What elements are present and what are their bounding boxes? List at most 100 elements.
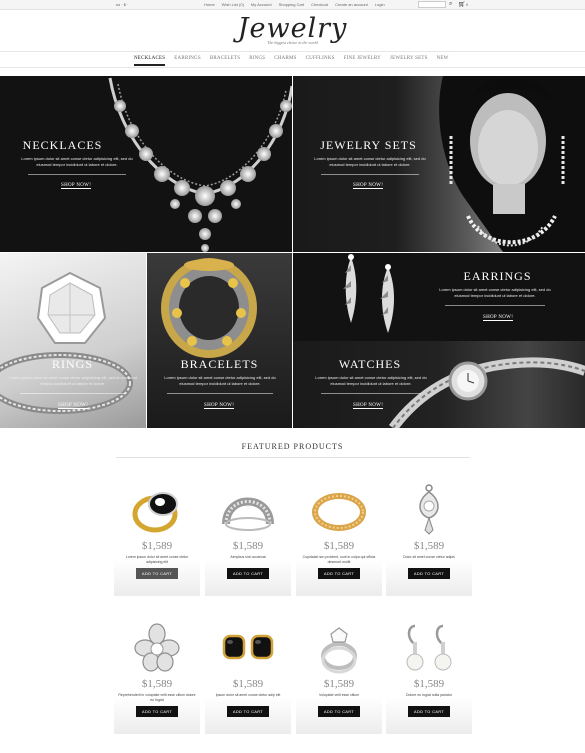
nav-item-bracelets[interactable]: BRACELETS (210, 56, 240, 66)
banner-earrings-title: EARRINGS (463, 269, 532, 283)
nav-item-cufflinks[interactable]: CUFFLINKS (306, 56, 335, 66)
product-price: $1,589 (413, 540, 445, 552)
currency-selector[interactable]: us · $ · (116, 2, 128, 7)
page: us · $ · Home Wish List (0) My Account S… (0, 0, 585, 753)
product-card: $1,589 Reprehenderit in voluptate velit … (114, 612, 200, 734)
product-price: $1,589 (413, 678, 445, 690)
search-icon[interactable]: ⌕ (449, 1, 452, 8)
product-price: $1,589 (141, 540, 173, 552)
cart-icon[interactable]: 🛒︎ (458, 1, 466, 8)
banner-necklaces-divider (28, 174, 126, 175)
banner-jewelry-sets-desc: Lorem ipsum dolor sit amet conse ctetur … (314, 156, 426, 167)
banner-earrings-divider (445, 305, 545, 306)
nav-item-new[interactable]: NEW (437, 56, 449, 66)
product-card: $1,589 Ipsum dolor sit amet conse ctetur… (205, 612, 291, 734)
banner-earrings[interactable]: EARRINGS Lorem ipsum dolor sit amet cons… (293, 253, 585, 341)
top-link-cart[interactable]: Shopping Cart (279, 2, 305, 7)
product-price: $1,589 (141, 678, 173, 690)
add-to-cart-button[interactable]: ADD TO CART (136, 706, 178, 717)
banner-bracelets-shop-button[interactable]: SHOP NOW! (204, 403, 235, 409)
banner-jewelry-sets-shop-button[interactable]: SHOP NOW! (353, 183, 384, 189)
nav-item-earrings[interactable]: EARRINGS (174, 56, 201, 66)
product-price: $1,589 (232, 678, 264, 690)
banner-watches-title: WATCHES (338, 357, 402, 371)
diamond-ring-icon (0, 271, 133, 414)
black-stud-earrings-icon[interactable] (218, 622, 278, 674)
banner-watches-divider (321, 393, 421, 394)
top-bar: us · $ · Home Wish List (0) My Account S… (0, 0, 585, 10)
pearl-drop-earrings-icon[interactable] (399, 622, 459, 674)
product-card: $1,589 Lorem ipsum dolor sit amet conse … (114, 474, 200, 596)
gold-bracelet-icon[interactable] (309, 484, 369, 536)
banner-bracelets-desc: Lorem ipsum dolor sit amet conse ctetur … (164, 375, 276, 386)
banner-necklaces[interactable]: NECKLACES Lorem ipsum dolor sit amet con… (0, 76, 292, 252)
gold-cuff-bracelet-icon (161, 258, 257, 358)
banner-watches-shop-button[interactable]: SHOP NOW! (353, 403, 384, 409)
top-link-login[interactable]: Login (375, 2, 385, 7)
gold-onyx-ring-icon[interactable] (127, 484, 187, 536)
nav-item-necklaces[interactable]: NECKLACES (134, 56, 166, 66)
banner-rings-title: RINGS (51, 357, 93, 371)
site-tagline: The biggest choice in the world (267, 40, 318, 45)
top-links: Home Wish List (0) My Account Shopping C… (204, 2, 385, 7)
add-to-cart-button[interactable]: ADD TO CART (408, 568, 450, 579)
banner-necklaces-title: NECKLACES (22, 138, 103, 152)
nav-item-rings[interactable]: RINGS (249, 56, 265, 66)
diamond-ring-set-icon[interactable] (309, 622, 369, 674)
top-link-wishlist[interactable]: Wish List (0) (222, 2, 244, 7)
flower-brooch-icon[interactable] (127, 622, 187, 674)
nav-item-fine-jewelry[interactable]: FINE JEWELRY (344, 56, 381, 66)
add-to-cart-button[interactable]: ADD TO CART (318, 568, 360, 579)
banner-rings-shop-button[interactable]: SHOP NOW! (58, 403, 89, 409)
add-to-cart-button[interactable]: ADD TO CART (318, 706, 360, 717)
banner-jewelry-sets[interactable]: JEWELRY SETS Lorem ipsum dolor sit amet … (293, 76, 585, 252)
top-link-home[interactable]: Home (204, 2, 215, 7)
silver-cuff-icon[interactable] (218, 484, 278, 536)
product-name[interactable]: Dolor sit amet conse ctetur adipis (390, 555, 468, 560)
product-name[interactable]: Reprehenderit in voluptate velit esse ci… (118, 693, 196, 703)
product-price: $1,589 (323, 540, 355, 552)
banner-earrings-desc: Lorem ipsum dolor sit amet conse ctetur … (439, 287, 551, 298)
top-link-register[interactable]: Create an account (335, 2, 368, 7)
top-link-checkout[interactable]: Checkout (311, 2, 328, 7)
banner-rings-desc: Lorem ipsum dolor sit amet conse ctetur … (9, 375, 137, 386)
nav-item-jewelry-sets[interactable]: JEWELRY SETS (390, 56, 428, 66)
main-nav: NECKLACES EARRINGS BRACELETS RINGS CHARM… (0, 51, 585, 68)
cart-count: 0 (466, 2, 469, 7)
banner-necklaces-shop-button[interactable]: SHOP NOW! (61, 183, 92, 189)
add-to-cart-button[interactable]: ADD TO CART (227, 706, 269, 717)
search-input[interactable] (418, 1, 446, 8)
add-to-cart-button[interactable]: ADD TO CART (227, 568, 269, 579)
diamond-pendant-icon[interactable] (399, 484, 459, 536)
banner-rings-divider (20, 393, 126, 394)
product-name[interactable]: Dolore eu fugiat nulla pariatur (390, 693, 468, 698)
product-name[interactable]: Cupidatat non proident, sunt in culpa qu… (300, 555, 378, 565)
banner-necklaces-desc: Lorem ipsum dolor sit amet conse ctetur … (21, 156, 133, 167)
banner-earrings-shop-button[interactable]: SHOP NOW! (483, 315, 514, 321)
product-name[interactable]: Aenpbus sint occaecat (209, 555, 287, 560)
product-card: $1,589 Dolore eu fugiat nulla pariatur A… (386, 612, 472, 734)
product-name[interactable]: Lorem ipsum dolor sit amet conse ctetur … (118, 555, 196, 565)
banner-bracelets-divider (167, 393, 273, 394)
featured-products-title: FEATURED PRODUCTS (241, 442, 344, 451)
banner-jewelry-sets-divider (321, 174, 419, 175)
add-to-cart-button[interactable]: ADD TO CART (136, 568, 178, 579)
product-name[interactable]: Voluptate velit esse cillum (300, 693, 378, 698)
product-price: $1,589 (232, 540, 264, 552)
banner-watches[interactable]: WATCHES Lorem ipsum dolor sit amet conse… (293, 341, 585, 428)
product-card: $1,589 Voluptate velit esse cillum ADD T… (296, 612, 382, 734)
product-card: $1,589 Cupidatat non proident, sunt in c… (296, 474, 382, 596)
product-name[interactable]: Ipsum dolor sit amet conse ctetur adip e… (209, 693, 287, 698)
top-link-account[interactable]: My Account (251, 2, 272, 7)
product-card: $1,589 Aenpbus sint occaecat ADD TO CART (205, 474, 291, 596)
banner-watches-desc: Lorem ipsum dolor sit amet conse ctetur … (315, 375, 427, 386)
nav-item-charms[interactable]: CHARMS (274, 56, 296, 66)
banner-jewelry-sets-title: JEWELRY SETS (320, 138, 417, 152)
product-price: $1,589 (323, 678, 355, 690)
banner-rings[interactable]: RINGS Lorem ipsum dolor sit amet conse c… (0, 253, 146, 428)
banner-bracelets[interactable]: BRACELETS Lorem ipsum dolor sit amet con… (147, 253, 292, 428)
featured-divider (116, 457, 470, 458)
banner-bracelets-title: BRACELETS (180, 357, 259, 371)
add-to-cart-button[interactable]: ADD TO CART (408, 706, 450, 717)
product-card: $1,589 Dolor sit amet conse ctetur adipi… (386, 474, 472, 596)
